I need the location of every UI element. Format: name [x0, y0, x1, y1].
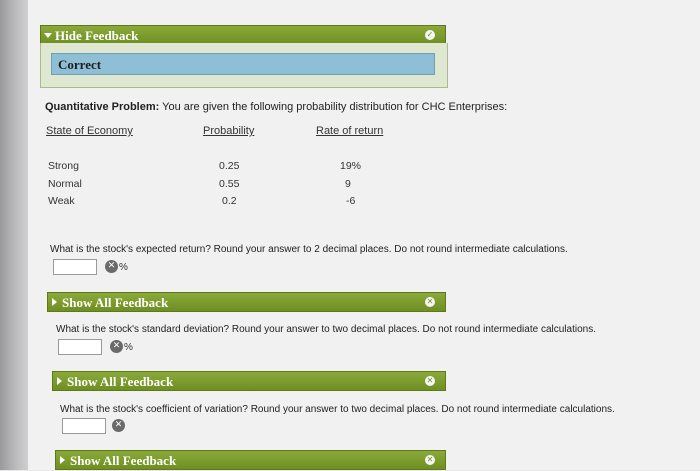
- percent-unit: %: [119, 262, 128, 273]
- header-probability: Probability: [203, 125, 255, 137]
- header-rate: Rate of return: [316, 125, 384, 137]
- correct-status: Correct: [51, 53, 435, 75]
- header-state: State of Economy: [46, 125, 133, 137]
- question-standard-deviation: What is the stock's standard deviation? …: [56, 324, 596, 335]
- question-coefficient-of-variation: What is the stock's coefficient of varia…: [60, 404, 615, 415]
- show-all-feedback-bar[interactable]: Show All Feedback ✕: [55, 450, 446, 470]
- feedback-panel: Correct: [40, 43, 448, 88]
- row-probability: 0.2: [222, 195, 237, 207]
- x-circle-icon: ✕: [112, 419, 125, 432]
- row-state: Strong: [48, 160, 79, 172]
- triangle-right-icon: [57, 377, 62, 385]
- standard-deviation-input[interactable]: [58, 339, 102, 355]
- problem-statement: Quantitative Problem: You are given the …: [45, 101, 507, 113]
- triangle-right-icon: [52, 298, 57, 306]
- expected-return-input[interactable]: [53, 259, 97, 275]
- row-state: Normal: [48, 178, 82, 190]
- coefficient-of-variation-input[interactable]: [62, 418, 106, 434]
- hide-feedback-bar[interactable]: Hide Feedback ✓: [40, 25, 446, 45]
- show-all-feedback-bar[interactable]: Show All Feedback ✕: [47, 292, 446, 312]
- show-all-feedback-label: Show All Feedback: [70, 453, 177, 468]
- triangle-right-icon: [60, 456, 65, 464]
- percent-unit: %: [124, 342, 133, 353]
- row-probability: 0.55: [219, 178, 240, 190]
- checkmark-icon[interactable]: ✓: [425, 30, 435, 40]
- show-all-feedback-bar[interactable]: Show All Feedback ✕: [52, 371, 446, 391]
- close-circle-icon[interactable]: ✕: [425, 376, 435, 386]
- row-rate: 19%: [340, 160, 362, 172]
- row-probability: 0.25: [219, 160, 240, 172]
- question-expected-return: What is the stock's expected return? Rou…: [50, 244, 568, 255]
- x-circle-icon: ✕: [105, 260, 118, 273]
- row-state: Weak: [48, 195, 75, 207]
- left-margin: [0, 0, 28, 470]
- problem-prefix: Quantitative Problem:: [45, 101, 160, 113]
- x-circle-icon: ✕: [110, 340, 123, 353]
- close-circle-icon[interactable]: ✕: [425, 455, 435, 465]
- row-rate: -6: [346, 195, 356, 207]
- show-all-feedback-label: Show All Feedback: [62, 295, 169, 310]
- close-circle-icon[interactable]: ✕: [425, 297, 435, 307]
- row-rate: 9: [345, 178, 351, 190]
- hide-feedback-label: Hide Feedback: [55, 28, 139, 43]
- triangle-down-icon: [44, 33, 52, 38]
- problem-text: You are given the following probability …: [159, 101, 508, 113]
- show-all-feedback-label: Show All Feedback: [67, 374, 174, 389]
